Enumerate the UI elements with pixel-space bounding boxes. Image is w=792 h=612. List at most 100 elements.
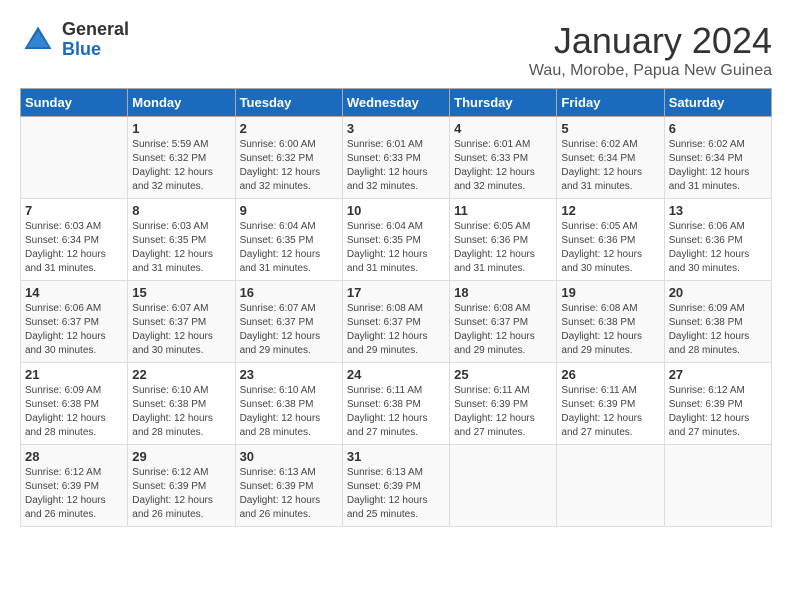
day-info: Sunrise: 6:04 AM Sunset: 6:35 PM Dayligh… <box>240 220 338 276</box>
day-number: 3 <box>347 121 445 136</box>
day-number: 17 <box>347 285 445 300</box>
week-row-4: 21 Sunrise: 6:09 AM Sunset: 6:38 PM Dayli… <box>21 363 772 445</box>
title-block: January 2024 Wau, Morobe, Papua New Guin… <box>529 20 772 80</box>
logo-blue: Blue <box>62 39 101 59</box>
day-number: 22 <box>132 367 230 382</box>
day-info: Sunrise: 6:09 AM Sunset: 6:38 PM Dayligh… <box>25 384 123 440</box>
calendar-cell: 21 Sunrise: 6:09 AM Sunset: 6:38 PM Dayli… <box>21 363 128 445</box>
calendar-cell: 1 Sunrise: 5:59 AM Sunset: 6:32 PM Daylig… <box>128 117 235 199</box>
day-info: Sunrise: 6:05 AM Sunset: 6:36 PM Dayligh… <box>561 220 659 276</box>
calendar-cell: 26 Sunrise: 6:11 AM Sunset: 6:39 PM Dayli… <box>557 363 664 445</box>
day-number: 7 <box>25 203 123 218</box>
day-number: 1 <box>132 121 230 136</box>
calendar-cell: 22 Sunrise: 6:10 AM Sunset: 6:38 PM Dayli… <box>128 363 235 445</box>
day-number: 25 <box>454 367 552 382</box>
calendar-cell: 16 Sunrise: 6:07 AM Sunset: 6:37 PM Dayli… <box>235 281 342 363</box>
page-header: General Blue January 2024 Wau, Morobe, P… <box>20 20 772 80</box>
day-info: Sunrise: 6:03 AM Sunset: 6:35 PM Dayligh… <box>132 220 230 276</box>
calendar-cell: 9 Sunrise: 6:04 AM Sunset: 6:35 PM Daylig… <box>235 199 342 281</box>
day-number: 30 <box>240 449 338 464</box>
month-title: January 2024 <box>529 20 772 62</box>
day-number: 5 <box>561 121 659 136</box>
day-info: Sunrise: 6:00 AM Sunset: 6:32 PM Dayligh… <box>240 138 338 194</box>
calendar-table: SundayMondayTuesdayWednesdayThursdayFrid… <box>20 88 772 527</box>
day-info: Sunrise: 6:08 AM Sunset: 6:37 PM Dayligh… <box>347 302 445 358</box>
day-info: Sunrise: 6:05 AM Sunset: 6:36 PM Dayligh… <box>454 220 552 276</box>
week-row-3: 14 Sunrise: 6:06 AM Sunset: 6:37 PM Dayli… <box>21 281 772 363</box>
day-info: Sunrise: 6:07 AM Sunset: 6:37 PM Dayligh… <box>240 302 338 358</box>
header-monday: Monday <box>128 89 235 117</box>
calendar-cell: 28Sunrise: 6:12 AM Sunset: 6:39 PM Dayli… <box>21 445 128 527</box>
calendar-cell <box>557 445 664 527</box>
calendar-cell: 2 Sunrise: 6:00 AM Sunset: 6:32 PM Daylig… <box>235 117 342 199</box>
calendar-cell: 19Sunrise: 6:08 AM Sunset: 6:38 PM Dayli… <box>557 281 664 363</box>
logo-general: General <box>62 19 129 39</box>
calendar-cell: 12 Sunrise: 6:05 AM Sunset: 6:36 PM Dayli… <box>557 199 664 281</box>
day-number: 13 <box>669 203 767 218</box>
day-number: 14 <box>25 285 123 300</box>
day-number: 15 <box>132 285 230 300</box>
calendar-cell: 27 Sunrise: 6:12 AM Sunset: 6:39 PM Dayli… <box>664 363 771 445</box>
logo-text: General Blue <box>62 20 129 60</box>
calendar-cell <box>664 445 771 527</box>
day-info: Sunrise: 6:08 AM Sunset: 6:38 PM Dayligh… <box>561 302 659 358</box>
day-number: 4 <box>454 121 552 136</box>
day-number: 2 <box>240 121 338 136</box>
day-number: 18 <box>454 285 552 300</box>
calendar-cell: 24Sunrise: 6:11 AM Sunset: 6:38 PM Dayli… <box>342 363 449 445</box>
calendar-cell: 4 Sunrise: 6:01 AM Sunset: 6:33 PM Daylig… <box>450 117 557 199</box>
header-sunday: Sunday <box>21 89 128 117</box>
day-info: Sunrise: 6:11 AM Sunset: 6:39 PM Dayligh… <box>454 384 552 440</box>
week-row-5: 28Sunrise: 6:12 AM Sunset: 6:39 PM Dayli… <box>21 445 772 527</box>
day-number: 9 <box>240 203 338 218</box>
day-number: 6 <box>669 121 767 136</box>
day-number: 10 <box>347 203 445 218</box>
day-info: Sunrise: 6:02 AM Sunset: 6:34 PM Dayligh… <box>561 138 659 194</box>
header-tuesday: Tuesday <box>235 89 342 117</box>
day-info: Sunrise: 6:11 AM Sunset: 6:39 PM Dayligh… <box>561 384 659 440</box>
day-info: Sunrise: 5:59 AM Sunset: 6:32 PM Dayligh… <box>132 138 230 194</box>
calendar-cell: 17 Sunrise: 6:08 AM Sunset: 6:37 PM Dayli… <box>342 281 449 363</box>
day-info: Sunrise: 6:06 AM Sunset: 6:37 PM Dayligh… <box>25 302 123 358</box>
day-info: Sunrise: 6:02 AM Sunset: 6:34 PM Dayligh… <box>669 138 767 194</box>
day-number: 11 <box>454 203 552 218</box>
calendar-cell: 15Sunrise: 6:07 AM Sunset: 6:37 PM Dayli… <box>128 281 235 363</box>
day-number: 12 <box>561 203 659 218</box>
day-info: Sunrise: 6:08 AM Sunset: 6:37 PM Dayligh… <box>454 302 552 358</box>
header-friday: Friday <box>557 89 664 117</box>
calendar-cell: 20Sunrise: 6:09 AM Sunset: 6:38 PM Dayli… <box>664 281 771 363</box>
day-info: Sunrise: 6:10 AM Sunset: 6:38 PM Dayligh… <box>132 384 230 440</box>
day-number: 23 <box>240 367 338 382</box>
day-number: 26 <box>561 367 659 382</box>
day-info: Sunrise: 6:10 AM Sunset: 6:38 PM Dayligh… <box>240 384 338 440</box>
day-info: Sunrise: 6:11 AM Sunset: 6:38 PM Dayligh… <box>347 384 445 440</box>
day-number: 21 <box>25 367 123 382</box>
day-number: 16 <box>240 285 338 300</box>
day-number: 27 <box>669 367 767 382</box>
day-info: Sunrise: 6:06 AM Sunset: 6:36 PM Dayligh… <box>669 220 767 276</box>
calendar-cell: 23 Sunrise: 6:10 AM Sunset: 6:38 PM Dayli… <box>235 363 342 445</box>
calendar-cell: 7 Sunrise: 6:03 AM Sunset: 6:34 PM Daylig… <box>21 199 128 281</box>
calendar-cell: 6 Sunrise: 6:02 AM Sunset: 6:34 PM Daylig… <box>664 117 771 199</box>
day-number: 8 <box>132 203 230 218</box>
day-info: Sunrise: 6:12 AM Sunset: 6:39 PM Dayligh… <box>132 466 230 522</box>
day-info: Sunrise: 6:01 AM Sunset: 6:33 PM Dayligh… <box>454 138 552 194</box>
day-info: Sunrise: 6:12 AM Sunset: 6:39 PM Dayligh… <box>25 466 123 522</box>
day-info: Sunrise: 6:12 AM Sunset: 6:39 PM Dayligh… <box>669 384 767 440</box>
logo: General Blue <box>20 20 129 60</box>
calendar-cell: 25 Sunrise: 6:11 AM Sunset: 6:39 PM Dayli… <box>450 363 557 445</box>
calendar-cell <box>450 445 557 527</box>
calendar-cell: 31 Sunrise: 6:13 AM Sunset: 6:39 PM Dayli… <box>342 445 449 527</box>
day-info: Sunrise: 6:13 AM Sunset: 6:39 PM Dayligh… <box>347 466 445 522</box>
calendar-cell: 30Sunrise: 6:13 AM Sunset: 6:39 PM Dayli… <box>235 445 342 527</box>
day-info: Sunrise: 6:03 AM Sunset: 6:34 PM Dayligh… <box>25 220 123 276</box>
calendar-cell: 3 Sunrise: 6:01 AM Sunset: 6:33 PM Daylig… <box>342 117 449 199</box>
day-number: 31 <box>347 449 445 464</box>
calendar-cell: 11 Sunrise: 6:05 AM Sunset: 6:36 PM Dayli… <box>450 199 557 281</box>
week-row-1: 1 Sunrise: 5:59 AM Sunset: 6:32 PM Daylig… <box>21 117 772 199</box>
header-row: SundayMondayTuesdayWednesdayThursdayFrid… <box>21 89 772 117</box>
day-number: 29 <box>132 449 230 464</box>
day-info: Sunrise: 6:01 AM Sunset: 6:33 PM Dayligh… <box>347 138 445 194</box>
calendar-cell: 18 Sunrise: 6:08 AM Sunset: 6:37 PM Dayli… <box>450 281 557 363</box>
day-number: 20 <box>669 285 767 300</box>
